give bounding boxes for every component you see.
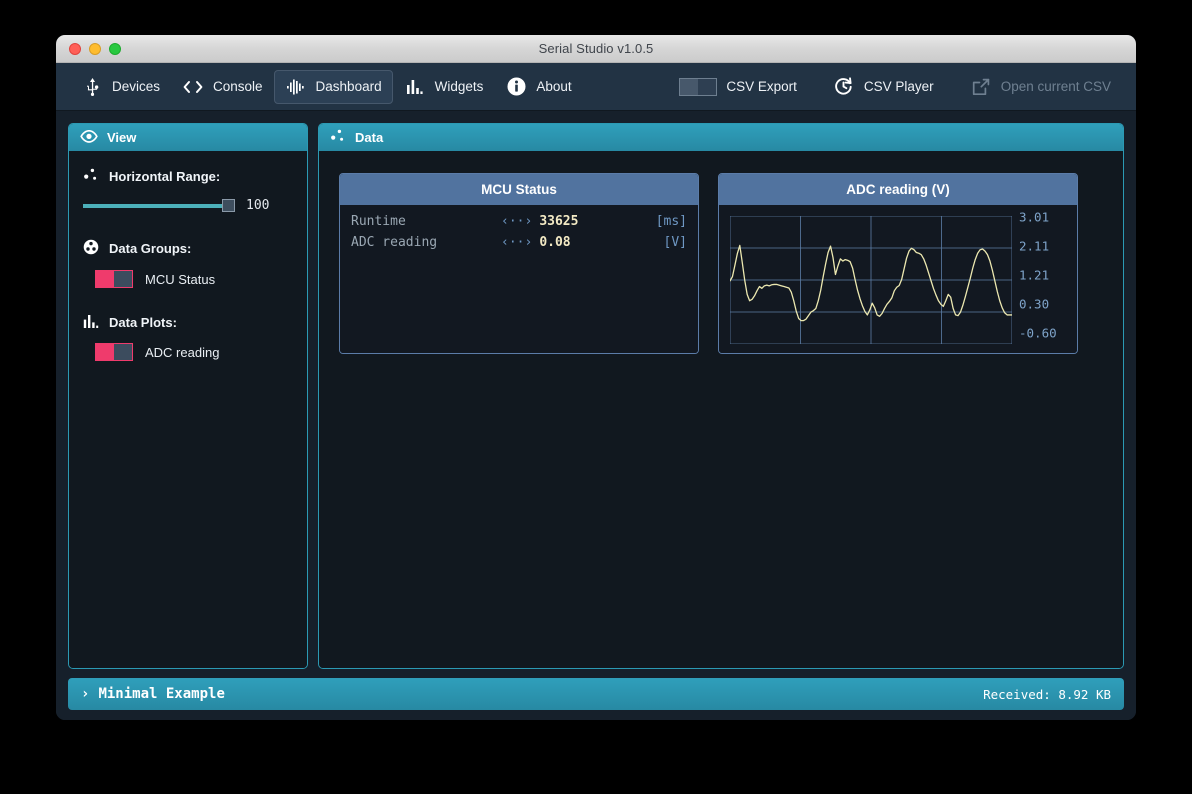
view-panel: View Horizo bbox=[68, 123, 308, 669]
scatter-icon bbox=[83, 167, 99, 186]
code-icon bbox=[182, 77, 204, 97]
chevron-right-icon: › bbox=[81, 686, 89, 702]
toolbar-item-devices[interactable]: Devices bbox=[70, 70, 171, 104]
waveform-icon bbox=[285, 77, 307, 97]
horizontal-range-value: 100 bbox=[246, 198, 269, 213]
status-project-group[interactable]: › Minimal Example bbox=[81, 686, 225, 702]
group-visibility-toggle[interactable] bbox=[95, 270, 133, 288]
view-panel-body: Horizontal Range: 100 bbox=[69, 151, 307, 668]
data-plot-item-label: ADC reading bbox=[145, 345, 219, 360]
title-bar: Serial Studio v1.0.5 bbox=[56, 35, 1136, 63]
panes-container: View Horizo bbox=[68, 123, 1124, 669]
scatter-icon bbox=[330, 128, 346, 147]
main-body: View Horizo bbox=[56, 111, 1136, 720]
toolbar-label: Devices bbox=[112, 79, 160, 94]
toggle-knob bbox=[114, 344, 132, 360]
slider-track bbox=[83, 204, 223, 208]
toolbar-label: CSV Player bbox=[864, 79, 934, 94]
horizontal-range-label: Horizontal Range: bbox=[109, 169, 220, 184]
clock-reset-icon bbox=[833, 77, 855, 97]
data-plot-item-adc-reading[interactable]: ADC reading bbox=[83, 343, 293, 361]
data-groups-label-row: Data Groups: bbox=[83, 239, 293, 258]
data-group-item-label: MCU Status bbox=[145, 272, 215, 287]
eye-icon bbox=[80, 130, 98, 146]
toggle-knob bbox=[114, 271, 132, 287]
plot-y-tick-1: 2.11 bbox=[1019, 241, 1066, 254]
data-panel-body: MCU Status Runtime ‹··› 33625 [ms] ADC r… bbox=[319, 151, 1123, 668]
toolbar-item-about[interactable]: About bbox=[494, 70, 582, 104]
data-panel-header: Data bbox=[319, 124, 1123, 151]
widget-body: 3.01 2.11 1.21 0.30 -0.60 bbox=[719, 205, 1077, 353]
plot-wrapper: 3.01 2.11 1.21 0.30 -0.60 bbox=[730, 214, 1066, 344]
toolbar-label: Widgets bbox=[435, 79, 484, 94]
group-icon bbox=[83, 239, 99, 258]
bar-chart-icon bbox=[404, 77, 426, 97]
plot-y-tick-3: 0.30 bbox=[1019, 298, 1066, 311]
toolbar-label: About bbox=[536, 79, 571, 94]
dataset-arrow-icon: ‹··› bbox=[501, 214, 532, 229]
horizontal-range-label-row: Horizontal Range: bbox=[83, 167, 293, 186]
data-panel: Data MCU Status Runtime ‹··› 33625 bbox=[318, 123, 1124, 669]
plot-y-tick-4: -0.60 bbox=[1019, 327, 1066, 340]
toolbar-item-widgets[interactable]: Widgets bbox=[393, 70, 495, 104]
toolbar-label: Console bbox=[213, 79, 263, 94]
slider-handle[interactable] bbox=[222, 199, 235, 212]
view-panel-header: View bbox=[69, 124, 307, 151]
dataset-arrow-icon: ‹··› bbox=[501, 235, 532, 250]
horizontal-range-row: 100 bbox=[83, 198, 293, 213]
dataset-unit: [ms] bbox=[656, 214, 687, 229]
bar-chart-icon bbox=[83, 314, 99, 331]
data-panel-title: Data bbox=[355, 130, 383, 145]
widget-adc-reading-plot: ADC reading (V) 3.01 2.11 1.21 0.30 -0.60 bbox=[718, 173, 1078, 354]
app-window: Serial Studio v1.0.5 Devices bbox=[56, 35, 1136, 720]
data-group-item-mcu-status[interactable]: MCU Status bbox=[83, 270, 293, 288]
toolbar-item-console[interactable]: Console bbox=[171, 70, 274, 104]
widget-mcu-status: MCU Status Runtime ‹··› 33625 [ms] ADC r… bbox=[339, 173, 699, 354]
toolbar-label: CSV Export bbox=[726, 79, 797, 94]
plot-y-tick-0: 3.01 bbox=[1019, 212, 1066, 225]
view-panel-title: View bbox=[107, 130, 136, 145]
dataset-value: 0.08 bbox=[539, 235, 663, 250]
widgets-container: MCU Status Runtime ‹··› 33625 [ms] ADC r… bbox=[339, 173, 1103, 354]
data-plots-label: Data Plots: bbox=[109, 315, 177, 330]
info-icon bbox=[505, 77, 527, 97]
toggle-knob bbox=[680, 79, 698, 95]
toolbar-label: Open current CSV bbox=[1001, 79, 1111, 94]
widget-body: Runtime ‹··› 33625 [ms] ADC reading ‹··›… bbox=[340, 205, 698, 353]
csv-export-toggle[interactable] bbox=[679, 78, 717, 96]
toolbar-item-csv-player[interactable]: CSV Player bbox=[822, 70, 945, 104]
dataset-key: Runtime bbox=[351, 214, 501, 229]
dataset-row: ADC reading ‹··› 0.08 [V] bbox=[351, 235, 687, 256]
plot-canvas bbox=[730, 216, 1012, 344]
dataset-row: Runtime ‹··› 33625 [ms] bbox=[351, 214, 687, 235]
toolbar: Devices Console bbox=[56, 63, 1136, 111]
status-received-bytes: Received: 8.92 KB bbox=[983, 687, 1111, 702]
dataset-key: ADC reading bbox=[351, 235, 501, 250]
status-project-name: Minimal Example bbox=[98, 686, 224, 702]
external-link-icon bbox=[970, 77, 992, 97]
toolbar-label: Dashboard bbox=[316, 79, 382, 94]
status-bar: › Minimal Example Received: 8.92 KB bbox=[68, 678, 1124, 710]
toolbar-item-dashboard[interactable]: Dashboard bbox=[274, 70, 393, 104]
data-plots-label-row: Data Plots: bbox=[83, 314, 293, 331]
window-title: Serial Studio v1.0.5 bbox=[56, 41, 1136, 56]
toolbar-item-csv-export[interactable]: CSV Export bbox=[668, 71, 808, 103]
dataset-value: 33625 bbox=[539, 214, 655, 229]
plot-y-tick-2: 1.21 bbox=[1019, 269, 1066, 282]
plot-svg bbox=[730, 216, 1012, 344]
horizontal-range-slider[interactable] bbox=[83, 199, 235, 213]
toolbar-item-open-current-csv[interactable]: Open current CSV bbox=[959, 70, 1122, 104]
usb-icon bbox=[81, 77, 103, 97]
plot-y-axis: 3.012.111.210.30-0.60 bbox=[1012, 216, 1066, 344]
dataset-unit: [V] bbox=[664, 235, 687, 250]
widget-title: MCU Status bbox=[340, 174, 698, 205]
plot-visibility-toggle[interactable] bbox=[95, 343, 133, 361]
data-groups-label: Data Groups: bbox=[109, 241, 191, 256]
widget-title: ADC reading (V) bbox=[719, 174, 1077, 205]
